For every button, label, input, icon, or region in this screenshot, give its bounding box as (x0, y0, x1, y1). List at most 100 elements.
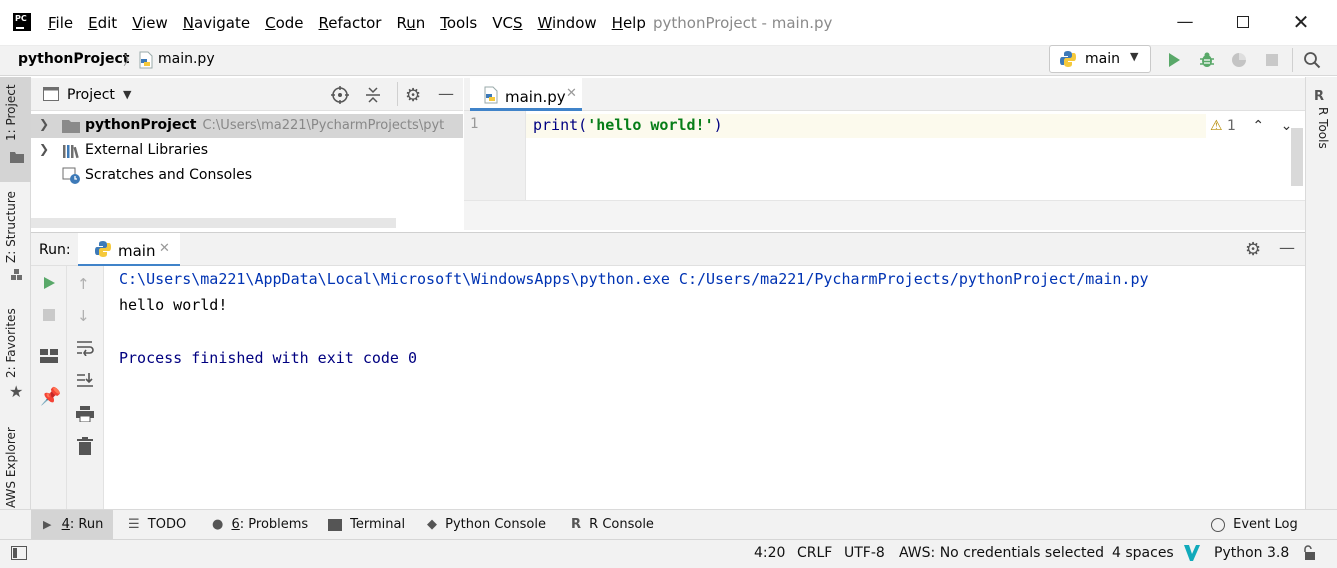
python-logo-icon (1059, 50, 1077, 72)
run-panel-header: Run: main ✕ ⚙ — (31, 232, 1305, 267)
run-tab-main[interactable]: main ✕ (78, 233, 180, 267)
menu-item-tools[interactable]: Tools (440, 14, 477, 32)
project-horizontal-scrollbar[interactable] (31, 218, 396, 228)
print-icon[interactable] (76, 406, 94, 426)
project-tree: ❯ pythonProject C:\Users\ma221\PycharmPro… (31, 111, 463, 228)
run-with-coverage-icon[interactable] (1230, 51, 1248, 73)
tool-tab-problems[interactable]: ● 6: Problems (212, 510, 308, 540)
project-panel-title[interactable]: Project (67, 87, 115, 103)
project-view-dropdown-icon[interactable]: ▼ (123, 88, 131, 101)
caret-position[interactable]: 4:20 (754, 545, 785, 561)
run-configuration-selector[interactable]: main ▼ (1049, 45, 1151, 73)
python-interpreter[interactable]: Python 3.8 (1214, 545, 1289, 561)
lock-icon[interactable] (1301, 545, 1317, 565)
run-icon[interactable] (1165, 51, 1183, 73)
aws-explorer-tool-tab[interactable]: AWS Explorer (0, 422, 31, 512)
project-tool-tab[interactable]: 1: Project (0, 77, 31, 182)
menu-item-edit[interactable]: Edit (88, 14, 117, 32)
vim-icon[interactable] (1183, 544, 1201, 566)
scratches-icon (62, 167, 82, 188)
menu-item-refactor[interactable]: Refactor (319, 14, 382, 32)
editor-vertical-scrollbar[interactable] (1291, 128, 1303, 186)
python-logo-icon (94, 240, 112, 262)
tool-tab-r-console[interactable]: R R Console (571, 510, 654, 540)
run-tab-text: : Run (69, 517, 104, 532)
tool-tab-terminal[interactable]: Terminal (328, 510, 405, 540)
problems-tab-mnemonic: 6 (231, 517, 240, 532)
project-tool-tab-label: 1: Project (4, 84, 18, 141)
expand-arrow-icon[interactable]: ❯ (39, 117, 49, 131)
editor-tab-main-py[interactable]: main.py ✕ (470, 78, 582, 111)
inspection-widget[interactable]: ⚠ 1 ⌃ ⌄ (1210, 118, 1292, 134)
run-settings-gear-icon[interactable]: ⚙ (1245, 239, 1261, 260)
warning-count: 1 (1227, 118, 1236, 134)
expand-arrow-icon[interactable]: ❯ (39, 142, 49, 156)
warning-icon: ⚠ (1210, 118, 1223, 134)
menu-item-navigate[interactable]: Navigate (183, 14, 250, 32)
code-line: print('hello world!') (533, 116, 723, 134)
menu-item-help[interactable]: Help (612, 14, 646, 32)
tool-tab-event-log[interactable]: Event Log (1211, 510, 1298, 540)
tool-tab-run[interactable]: ▶ 4: Run (31, 510, 113, 540)
maximize-icon[interactable] (1231, 10, 1255, 34)
run-panel-label: Run: (39, 242, 71, 258)
minimize-icon[interactable]: — (1173, 10, 1197, 34)
right-tool-strip: R R Tools (1305, 77, 1337, 509)
structure-tool-tab[interactable]: Z: Structure (0, 187, 31, 282)
breadcrumb-project[interactable]: pythonProject (18, 51, 129, 67)
pin-tab-icon[interactable]: 📌 (40, 387, 61, 407)
aws-explorer-tool-tab-label: AWS Explorer (4, 427, 18, 508)
restore-layout-icon[interactable] (40, 349, 58, 367)
rerun-icon[interactable] (41, 275, 57, 295)
code-token-call: print( (533, 116, 588, 134)
menu-item-file[interactable]: File (48, 14, 73, 32)
menu-item-vcs[interactable]: VCS (492, 14, 522, 32)
menu-item-run[interactable]: Run (396, 14, 425, 32)
run-console-output[interactable]: C:\Users\ma221\AppData\Local\Microsoft\W… (104, 266, 1305, 509)
code-token-paren: ) (713, 116, 723, 134)
r-tools-tool-tab-label: R Tools (1316, 107, 1330, 149)
down-arrow-icon[interactable]: ↓ (77, 308, 90, 324)
file-encoding[interactable]: UTF-8 (844, 545, 885, 561)
locate-file-icon[interactable] (331, 86, 349, 108)
soft-wrap-icon[interactable] (76, 340, 94, 360)
collapse-all-icon[interactable] (364, 86, 382, 108)
hide-panel-icon[interactable]: — (438, 84, 454, 103)
editor-bottom-area (464, 200, 1305, 230)
breadcrumb-file[interactable]: main.py (158, 51, 215, 67)
search-everywhere-icon[interactable] (1303, 51, 1321, 73)
tool-tab-todo[interactable]: ☰ TODO (128, 510, 186, 540)
up-arrow-icon[interactable]: ↑ (77, 276, 90, 292)
gear-icon[interactable]: ⚙ (405, 85, 421, 106)
status-bar: 4:20 CRLF UTF-8 AWS: No credentials sele… (0, 539, 1337, 568)
terminal-tab-label: Terminal (350, 517, 406, 532)
close-window-icon[interactable]: ✕ (1289, 10, 1313, 34)
todo-tab-label: TODO (147, 517, 187, 532)
aws-credentials-status[interactable]: AWS: No credentials selected (899, 545, 1104, 561)
close-tab-icon[interactable]: ✕ (566, 86, 577, 101)
favorites-tool-tab[interactable]: 2: Favorites ★ (0, 302, 31, 402)
tool-tab-python-console[interactable]: ◆ Python Console (427, 510, 546, 540)
tree-item-external-libraries[interactable]: ❯ External Libraries (31, 139, 463, 163)
stop-icon[interactable] (1264, 52, 1280, 72)
tree-item-scratches[interactable]: Scratches and Consoles (31, 164, 463, 188)
toggle-tool-windows-icon[interactable] (11, 546, 27, 564)
terminal-icon (328, 518, 342, 531)
stop-icon[interactable] (42, 308, 56, 326)
menu-item-window[interactable]: Window (537, 14, 596, 32)
menu-item-code[interactable]: Code (265, 14, 303, 32)
event-log-icon (1211, 517, 1225, 532)
scroll-to-end-icon[interactable] (76, 372, 94, 392)
indent-setting[interactable]: 4 spaces (1112, 545, 1174, 561)
hide-run-panel-icon[interactable]: — (1279, 238, 1295, 257)
menu-item-view[interactable]: View (132, 14, 168, 32)
tree-item-project-root[interactable]: ❯ pythonProject C:\Users\ma221\PycharmPro… (31, 114, 463, 138)
line-separator[interactable]: CRLF (797, 545, 832, 561)
debug-icon[interactable] (1198, 51, 1216, 73)
trash-icon[interactable] (77, 437, 93, 459)
previous-highlight-icon[interactable]: ⌃ (1252, 118, 1264, 134)
r-tools-tool-tab[interactable]: R R Tools (1306, 77, 1337, 167)
code-editor[interactable]: print('hello world!') (526, 111, 1305, 200)
close-run-tab-icon[interactable]: ✕ (159, 241, 170, 256)
tree-item-label: pythonProject (85, 117, 197, 133)
